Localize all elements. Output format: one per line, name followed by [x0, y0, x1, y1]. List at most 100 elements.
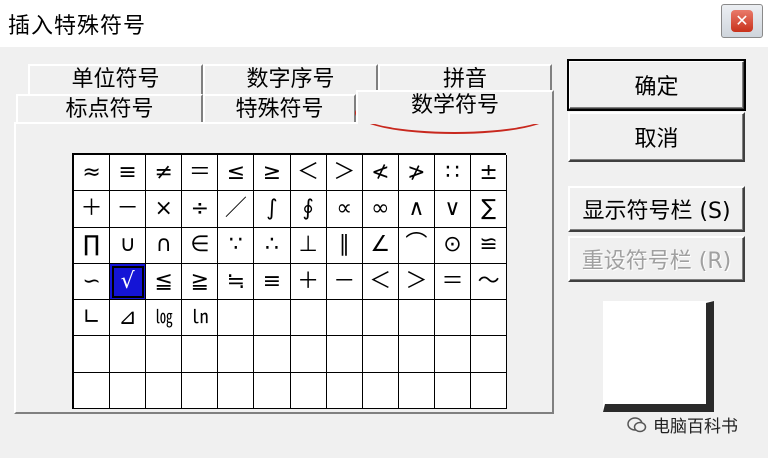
- symbol-cell[interactable]: [434, 372, 472, 410]
- tab-special-symbols[interactable]: 特殊符号: [203, 94, 356, 124]
- symbol-cell[interactable]: ＋: [290, 263, 327, 301]
- symbol-cell[interactable]: ＞: [326, 155, 363, 192]
- symbol-cell[interactable]: ∠: [362, 227, 399, 264]
- symbol-cell[interactable]: [110, 372, 147, 410]
- symbol-cell[interactable]: ∷: [434, 155, 472, 192]
- symbol-cell[interactable]: ≠: [146, 155, 183, 192]
- symbol-cell[interactable]: ÷: [182, 191, 219, 228]
- symbol-cell[interactable]: [182, 372, 219, 410]
- symbol-cell[interactable]: [326, 372, 363, 410]
- symbol-cell[interactable]: [218, 336, 255, 373]
- symbol-cell[interactable]: ∥: [326, 227, 363, 264]
- symbol-cell[interactable]: ∝: [326, 191, 363, 228]
- tab-number-sequence[interactable]: 数字序号: [203, 64, 378, 94]
- symbol-cell[interactable]: [434, 336, 472, 373]
- close-button[interactable]: ✕: [721, 4, 763, 38]
- symbol-cell[interactable]: ⌒: [398, 227, 435, 264]
- tab-math-symbols[interactable]: 数学符号: [356, 90, 554, 124]
- symbol-cell[interactable]: ∽: [74, 263, 111, 301]
- symbol-cell[interactable]: ／: [218, 191, 255, 228]
- symbol-cell[interactable]: ＋: [74, 191, 111, 228]
- symbol-cell[interactable]: [398, 336, 435, 373]
- symbol-cell[interactable]: ≮: [362, 155, 399, 192]
- symbol-cell[interactable]: [434, 300, 472, 337]
- symbol-cell[interactable]: ㏑: [182, 300, 219, 337]
- tab-unit-symbols[interactable]: 单位符号: [28, 64, 203, 94]
- window-title: 插入特殊符号: [8, 14, 147, 39]
- symbol-cell[interactable]: ∞: [362, 191, 399, 228]
- symbol-cell[interactable]: ＞: [398, 263, 435, 301]
- symbol-cell[interactable]: [110, 336, 147, 373]
- symbol-cell[interactable]: [471, 336, 508, 373]
- symbol-cell[interactable]: ∟: [74, 300, 111, 337]
- symbol-cell[interactable]: －: [110, 191, 147, 228]
- symbol-cell[interactable]: [290, 300, 327, 337]
- symbol-cell[interactable]: [182, 336, 219, 373]
- tab-punctuation[interactable]: 标点符号: [16, 94, 203, 124]
- symbol-cell[interactable]: [146, 336, 183, 373]
- tab-label: 单位符号: [71, 67, 160, 92]
- symbol-cell[interactable]: [398, 372, 435, 410]
- wechat-icon: [627, 416, 647, 434]
- symbol-cell[interactable]: [398, 300, 435, 337]
- symbol-cell[interactable]: ＝: [182, 155, 219, 192]
- symbol-cell[interactable]: ∧: [398, 191, 435, 228]
- symbol-cell[interactable]: ≧: [182, 263, 219, 301]
- symbol-cell[interactable]: ～: [471, 263, 508, 301]
- tab-label: 数学符号: [410, 93, 499, 118]
- symbol-cell[interactable]: ≤: [218, 155, 255, 192]
- symbol-cell[interactable]: [290, 372, 327, 410]
- title-bar: 插入特殊符号 ✕: [0, 0, 768, 47]
- symbol-cell[interactable]: ＝: [434, 263, 472, 301]
- symbol-cell[interactable]: ∏: [74, 227, 111, 264]
- symbol-cell[interactable]: ∵: [218, 227, 255, 264]
- symbol-cell[interactable]: [471, 372, 508, 410]
- symbol-cell[interactable]: ≡: [110, 155, 147, 192]
- symbol-cell[interactable]: [326, 300, 363, 337]
- symbol-cell[interactable]: ≡: [254, 263, 291, 301]
- symbol-cell[interactable]: [362, 336, 399, 373]
- symbol-cell[interactable]: [254, 336, 291, 373]
- symbol-cell[interactable]: ⊥: [290, 227, 327, 264]
- symbol-cell[interactable]: ＜: [290, 155, 327, 192]
- symbol-cell[interactable]: ×: [146, 191, 183, 228]
- symbol-cell[interactable]: [471, 300, 508, 337]
- symbol-cell[interactable]: ∨: [434, 191, 472, 228]
- symbol-cell[interactable]: [362, 300, 399, 337]
- symbol-cell[interactable]: [254, 300, 291, 337]
- symbol-cell[interactable]: [74, 336, 111, 373]
- symbol-cell[interactable]: ∈: [182, 227, 219, 264]
- symbol-cell[interactable]: ≈: [74, 155, 111, 192]
- symbol-cell[interactable]: ⊿: [110, 300, 147, 337]
- show-symbol-bar-button[interactable]: 显示符号栏 (S): [568, 186, 745, 232]
- symbol-cell[interactable]: [218, 372, 255, 410]
- symbol-cell[interactable]: [254, 372, 291, 410]
- symbol-cell[interactable]: [146, 372, 183, 410]
- symbol-cell[interactable]: [326, 336, 363, 373]
- symbol-cell[interactable]: ∩: [146, 227, 183, 264]
- symbol-cell[interactable]: ≦: [146, 263, 183, 301]
- symbol-cell[interactable]: ㏒: [146, 300, 183, 337]
- symbol-cell[interactable]: ≯: [398, 155, 435, 192]
- cancel-button[interactable]: 取消: [568, 112, 745, 162]
- symbol-cell[interactable]: ±: [471, 155, 508, 192]
- symbol-cell[interactable]: ⊙: [434, 227, 472, 264]
- watermark: 电脑百科书: [627, 412, 738, 437]
- symbol-cell[interactable]: [362, 372, 399, 410]
- symbol-cell[interactable]: ≌: [471, 227, 508, 264]
- symbol-cell[interactable]: [218, 300, 255, 337]
- symbol-cell[interactable]: ∮: [290, 191, 327, 228]
- symbol-cell[interactable]: √: [110, 263, 147, 301]
- symbol-cell[interactable]: [290, 336, 327, 373]
- ok-button[interactable]: 确定: [567, 59, 746, 111]
- symbol-cell[interactable]: ∴: [254, 227, 291, 264]
- symbol-cell[interactable]: [74, 372, 111, 410]
- symbol-cell[interactable]: ＜: [362, 263, 399, 301]
- symbol-cell[interactable]: ∑: [471, 191, 508, 228]
- symbol-cell[interactable]: －: [326, 263, 363, 301]
- symbol-cell[interactable]: ≒: [218, 263, 255, 301]
- symbol-cell[interactable]: ≥: [254, 155, 291, 192]
- symbol-cell[interactable]: ∫: [254, 191, 291, 228]
- symbol-cell[interactable]: ∪: [110, 227, 147, 264]
- close-icon: ✕: [731, 10, 753, 32]
